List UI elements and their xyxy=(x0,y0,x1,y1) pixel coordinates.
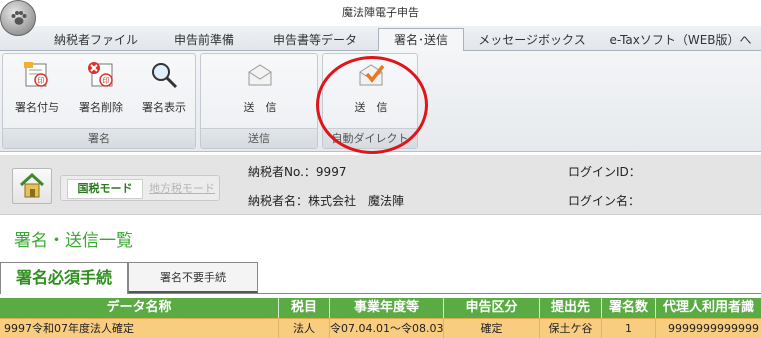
tab-pre-filing[interactable]: 申告前準備 xyxy=(158,29,250,51)
sign-add-button[interactable]: 印 署名付与 xyxy=(7,60,67,115)
cell-fiscal-year: 令07.04.01～令08.03.31 xyxy=(330,319,444,338)
home-icon xyxy=(19,172,45,198)
ribbon-tab-bar: 納税者ファイル 申告前準備 申告書等データ 署名･送信 メッセージボックス e-… xyxy=(0,26,761,51)
sign-view-label: 署名表示 xyxy=(142,101,186,114)
col-data-name[interactable]: データ名称 xyxy=(0,298,279,318)
cell-submit-to: 保土ケ谷 xyxy=(540,319,602,338)
local-tax-mode-button[interactable]: 地方税モード xyxy=(147,179,217,199)
taxpayer-name: 納税者名：株式会社 魔法陣 xyxy=(248,194,405,208)
group-send-label: 送信 xyxy=(201,128,317,148)
svg-text:印: 印 xyxy=(103,77,110,85)
paw-icon xyxy=(11,11,27,25)
red-annotation-circle xyxy=(316,56,428,154)
sign-delete-label: 署名削除 xyxy=(79,101,123,114)
table-header: データ名称 税目 事業年度等 申告区分 提出先 署名数 代理人利用者識 xyxy=(0,298,761,318)
app-menu-button[interactable] xyxy=(0,0,36,36)
magnifier-icon xyxy=(152,63,178,89)
sign-delete-button[interactable]: 印 署名削除 xyxy=(71,60,131,115)
login-id: ログインID： xyxy=(568,165,641,179)
tab-sign-send[interactable]: 署名･送信 xyxy=(378,28,464,51)
page-title: 署名・送信一覧 xyxy=(14,231,133,251)
home-button[interactable] xyxy=(12,168,52,204)
taxpayer-number: 納税者No.：9997 xyxy=(248,165,347,179)
envelope-icon xyxy=(248,64,272,86)
tab-etax-web[interactable]: e-Taxソフト（WEB版）へ xyxy=(600,29,761,51)
svg-text:印: 印 xyxy=(38,77,45,85)
sign-add-label: 署名付与 xyxy=(15,101,59,114)
col-tax-item[interactable]: 税目 xyxy=(279,298,330,318)
taxpayer-info-bar: 国税モード 地方税モード 納税者No.：9997 納税者名：株式会社 魔法陣 ロ… xyxy=(0,155,761,215)
group-signature: 印 署名付与 印 署名削除 署名表示 署名 xyxy=(2,53,196,149)
send-label: 送 信 xyxy=(243,101,277,114)
tab-signature-not-required[interactable]: 署名不要手続 xyxy=(128,262,258,293)
send-button[interactable]: 送 信 xyxy=(230,60,290,115)
sign-view-button[interactable]: 署名表示 xyxy=(133,60,195,115)
window-title: 魔法陣電子申告 xyxy=(342,6,419,19)
col-agent-user-id[interactable]: 代理人利用者識 xyxy=(656,298,761,318)
tab-return-data[interactable]: 申告書等データ xyxy=(258,29,372,51)
cell-filing-type: 確定 xyxy=(444,319,540,338)
tab-taxpayer-file[interactable]: 納税者ファイル xyxy=(40,29,152,51)
col-sign-count[interactable]: 署名数 xyxy=(602,298,656,318)
sign-delete-icon: 印 xyxy=(88,62,113,87)
cell-agent-user-id: 9999999999999 xyxy=(668,322,759,335)
col-filing-type[interactable]: 申告区分 xyxy=(444,298,540,318)
tab-message-box[interactable]: メッセージボックス xyxy=(470,29,594,51)
national-tax-mode-button[interactable]: 国税モード xyxy=(67,179,143,199)
group-send: 送 信 送信 xyxy=(200,53,318,149)
login-name: ログイン名： xyxy=(568,194,641,208)
group-signature-label: 署名 xyxy=(3,128,195,148)
title-bar: 魔法陣電子申告 xyxy=(0,0,761,24)
table-row[interactable]: 9997令和07年度法人確定 法人 令07.04.01～令08.03.31 確定… xyxy=(0,318,761,338)
cell-tax-item: 法人 xyxy=(279,319,330,338)
sign-add-icon: 印 xyxy=(24,62,48,87)
tax-mode-switch: 国税モード 地方税モード xyxy=(60,175,220,201)
col-fiscal-year[interactable]: 事業年度等 xyxy=(330,298,444,318)
cell-data-name: 9997令和07年度法人確定 xyxy=(0,319,279,338)
cell-sign-count: 1 xyxy=(602,319,656,338)
col-submit-to[interactable]: 提出先 xyxy=(540,298,602,318)
procedure-tabs: 署名必須手続 署名不要手続 xyxy=(0,260,761,294)
tab-signature-required[interactable]: 署名必須手続 xyxy=(0,262,128,294)
